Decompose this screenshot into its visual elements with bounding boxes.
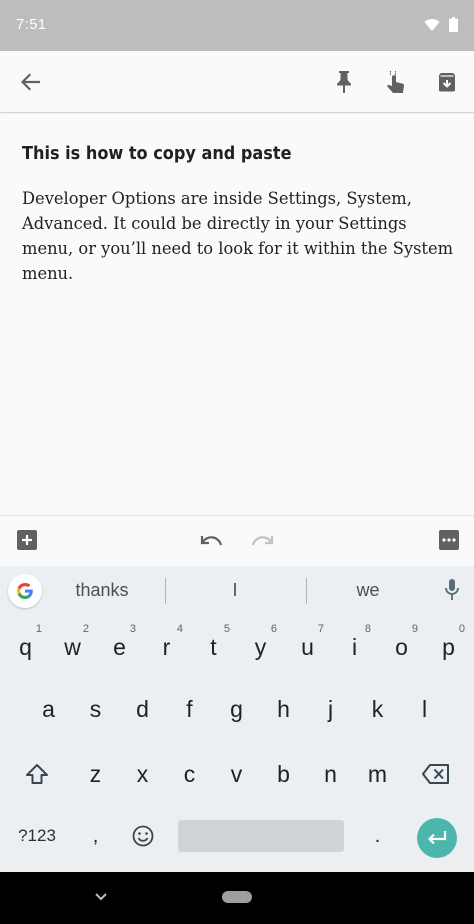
key-l[interactable]: l [401,683,448,735]
key-r[interactable]: r4 [143,621,190,673]
touch-reminder-icon[interactable] [377,64,413,100]
period-key[interactable]: . [354,810,401,862]
key-b[interactable]: b [260,748,307,800]
key-label: r [162,633,171,660]
soft-keyboard: thanks I we q1 w2 e3 r4 t5 y6 u7 i8 o9 p… [0,566,474,872]
suggestion-2[interactable]: I [190,580,280,601]
home-pill[interactable] [222,891,252,903]
key-hint: 5 [223,623,230,635]
key-hint: 9 [411,623,418,635]
suggestion-1[interactable]: thanks [57,580,147,601]
suggestion-3[interactable]: we [323,580,413,601]
google-icon[interactable] [8,574,42,608]
key-label: u [301,633,314,660]
key-hint: 7 [317,623,324,635]
key-s[interactable]: s [72,683,119,735]
key-label: i [351,633,358,660]
key-label: p [442,633,455,660]
note-body[interactable]: Developer Options are inside Settings, S… [22,186,462,286]
system-nav-bar [0,872,474,924]
key-a[interactable]: a [25,683,72,735]
back-arrow-icon[interactable] [12,64,48,100]
key-g[interactable]: g [213,683,260,735]
wifi-icon [424,19,440,31]
emoji-icon [132,825,153,847]
key-hint: 6 [270,623,277,635]
comma-key[interactable]: , [72,810,119,862]
note-title[interactable]: This is how to copy and paste [22,144,292,164]
key-u[interactable]: u7 [284,621,331,673]
key-hint: 4 [176,623,183,635]
key-label: y [254,633,267,660]
redo-icon[interactable] [251,528,275,552]
key-label: t [210,633,217,660]
battery-icon [449,17,458,32]
key-hint: 2 [82,623,89,635]
emoji-key[interactable] [119,810,166,862]
key-hint: 0 [458,623,465,635]
more-menu-icon[interactable] [437,528,461,552]
key-n[interactable]: n [307,748,354,800]
shift-icon [25,764,48,784]
key-label: q [19,633,32,660]
enter-icon [427,831,447,845]
archive-icon[interactable] [429,64,465,100]
add-box-icon[interactable] [15,528,39,552]
note-toolbar [0,51,474,113]
key-w[interactable]: w2 [49,621,96,673]
key-z[interactable]: z [72,748,119,800]
key-y[interactable]: y6 [237,621,284,673]
key-f[interactable]: f [166,683,213,735]
key-hint: 3 [129,623,136,635]
key-t[interactable]: t5 [190,621,237,673]
key-i[interactable]: i8 [331,621,378,673]
key-label: o [395,633,408,660]
enter-key[interactable] [417,818,457,858]
key-e[interactable]: e3 [96,621,143,673]
key-j[interactable]: j [307,683,354,735]
suggestion-divider [165,578,166,604]
status-time: 7:51 [16,16,47,33]
note-editor[interactable]: This is how to copy and paste Developer … [0,114,474,514]
key-v[interactable]: v [213,748,260,800]
backspace-key[interactable] [410,748,462,800]
key-hint: 1 [35,623,42,635]
key-x[interactable]: x [119,748,166,800]
undo-icon[interactable] [199,528,223,552]
chevron-down-icon[interactable] [92,890,110,904]
pin-icon[interactable] [326,64,362,100]
key-c[interactable]: c [166,748,213,800]
editor-action-bar [0,515,474,566]
backspace-icon [422,764,449,784]
key-d[interactable]: d [119,683,166,735]
microphone-icon[interactable] [444,579,460,601]
key-k[interactable]: k [354,683,401,735]
space-bar[interactable] [178,820,344,852]
key-m[interactable]: m [354,748,401,800]
key-label: e [113,633,126,660]
status-bar: 7:51 [0,0,474,51]
key-hint: 8 [364,623,371,635]
key-q[interactable]: q1 [2,621,49,673]
shift-key[interactable] [13,748,60,800]
suggestion-divider [306,578,307,604]
key-o[interactable]: o9 [378,621,425,673]
key-h[interactable]: h [260,683,307,735]
key-label: w [64,633,81,660]
suggestion-strip: thanks I we [0,566,474,614]
key-p[interactable]: p0 [425,621,472,673]
symbols-key[interactable]: ?123 [10,810,64,862]
